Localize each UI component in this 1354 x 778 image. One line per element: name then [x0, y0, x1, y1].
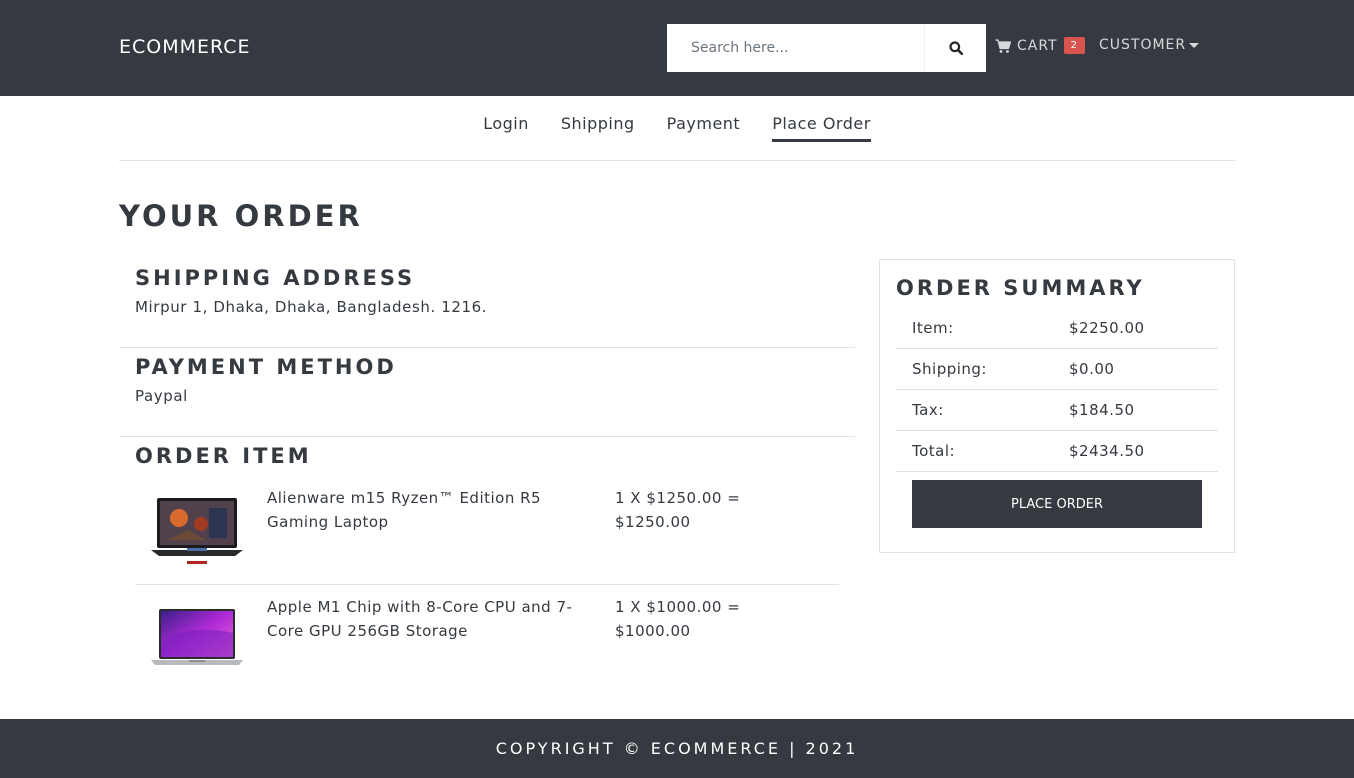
item-price-line: 1 X $1250.00 = $1250.00: [615, 489, 741, 531]
page-title: YOUR ORDER: [119, 199, 363, 233]
alienware-laptop-image[interactable]: [149, 494, 245, 570]
shipping-section: SHIPPING ADDRESS Mirpur 1, Dhaka, Dhaka,…: [119, 266, 855, 348]
summary-row-total: Total: $2434.50: [896, 431, 1218, 472]
order-item-row: Apple M1 Chip with 8-Core CPU and 7-Core…: [135, 585, 839, 694]
shipping-heading: SHIPPING ADDRESS: [135, 266, 416, 290]
summary-value: $2250.00: [1069, 319, 1145, 337]
footer: COPYRIGHT © ECOMMERCE | 2021: [0, 719, 1354, 778]
cart-icon: [995, 38, 1011, 53]
brand-logo[interactable]: ECOMMERCE: [119, 36, 251, 58]
step-place-order[interactable]: Place Order: [772, 114, 871, 142]
order-summary-title: ORDER SUMMARY: [896, 276, 1145, 300]
summary-value: $184.50: [1069, 401, 1135, 419]
summary-label: Tax:: [912, 401, 944, 419]
step-shipping[interactable]: Shipping: [561, 114, 635, 142]
item-price-line: 1 X $1000.00 = $1000.00: [615, 598, 741, 640]
cart-count-badge: 2: [1063, 37, 1085, 54]
step-login[interactable]: Login: [483, 114, 529, 142]
summary-label: Item:: [912, 319, 954, 337]
shipping-address: Mirpur 1, Dhaka, Dhaka, Bangladesh. 1216…: [135, 298, 488, 316]
cart-label: CART: [1017, 37, 1058, 54]
order-item-row: Alienware m15 Ryzen™ Edition R5 Gaming L…: [135, 476, 839, 585]
customer-dropdown[interactable]: CUSTOMER: [1099, 37, 1200, 53]
search-icon: [948, 41, 963, 55]
order-summary-card: ORDER SUMMARY Item: $2250.00 Shipping: $…: [879, 259, 1235, 553]
chevron-down-icon: [1189, 42, 1200, 48]
payment-method: Paypal: [135, 387, 188, 405]
summary-value: $0.00: [1069, 360, 1115, 378]
payment-section: PAYMENT METHOD Paypal: [119, 355, 855, 437]
item-name-link[interactable]: Apple M1 Chip with 8-Core CPU and 7-Core…: [267, 595, 587, 643]
order-items-section: ORDER ITEM Alienware m15 Ryzen™ Edition …: [119, 444, 855, 704]
cart-link[interactable]: CART 2: [995, 37, 1085, 54]
top-navbar: ECOMMERCE CART 2 CUSTOMER: [0, 0, 1354, 96]
macbook-laptop-image[interactable]: [149, 603, 245, 679]
search-input[interactable]: [667, 24, 924, 72]
search-bar: [667, 24, 986, 72]
summary-row-shipping: Shipping: $0.00: [896, 349, 1218, 390]
step-payment[interactable]: Payment: [667, 114, 741, 142]
payment-heading: PAYMENT METHOD: [135, 355, 397, 379]
search-button[interactable]: [924, 24, 986, 72]
summary-row-item: Item: $2250.00: [896, 308, 1218, 349]
checkout-steps: Login Shipping Payment Place Order: [119, 96, 1235, 161]
summary-label: Shipping:: [912, 360, 987, 378]
summary-row-tax: Tax: $184.50: [896, 390, 1218, 431]
place-order-button[interactable]: PLACE ORDER: [912, 480, 1202, 528]
item-name-link[interactable]: Alienware m15 Ryzen™ Edition R5 Gaming L…: [267, 486, 587, 534]
order-items-heading: ORDER ITEM: [135, 444, 312, 468]
summary-label: Total:: [912, 442, 956, 460]
customer-label: CUSTOMER: [1099, 37, 1187, 53]
footer-copyright: COPYRIGHT © ECOMMERCE | 2021: [495, 739, 859, 758]
summary-value: $2434.50: [1069, 442, 1145, 460]
